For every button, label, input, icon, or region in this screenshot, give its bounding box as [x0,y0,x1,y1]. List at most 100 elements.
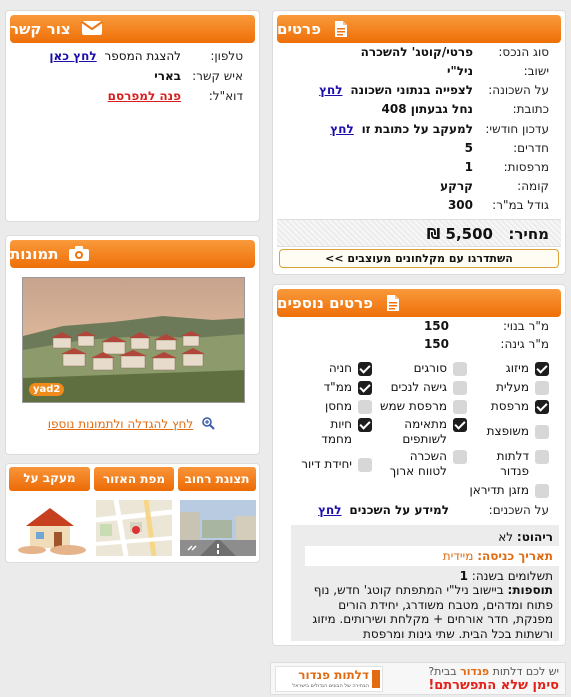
tenants-label: על השכנים: [488,503,549,517]
tenants-value: למידע על השכנים לחץ [318,503,449,517]
tab-street-view[interactable]: תצוגת רחוב [178,467,256,491]
feature-label: מזגן תדיראן [469,483,529,497]
feature-label: גישה לנכים [390,380,447,394]
more-details-header: פרטים נוספים [277,289,561,317]
area-map-thumb[interactable] [96,500,172,556]
document-icon [331,20,349,38]
feature-label: השכרה לטווח ארוך [389,449,447,478]
tenants-text: למידע על השכנים [349,503,449,517]
checkbox-checked [358,381,372,395]
checkbox-unchecked [535,450,549,464]
upgrade-button-label: השתדרגו עם מקלחונים מעוצבים >> [325,252,513,265]
details-title: פרטים [277,20,321,38]
monthly-update-link[interactable]: לחץ [330,122,353,136]
checkbox-unchecked [453,362,467,376]
feature-tadiran-ac: מזגן תדיראן [449,483,549,498]
contact-header: צור קשר [10,15,255,43]
detail-value: ניל"י [446,64,473,78]
magnifier-icon [201,416,215,433]
checkbox-unchecked [453,450,467,464]
property-photo[interactable]: yad2 [22,277,245,403]
tab-track-property[interactable]: מעקב על הנכס [9,467,90,491]
extra-info-box: ריהוט: לא תאריך כניסה: מיידית תשלומים בש… [291,525,559,641]
feature-ac: מיזוג [459,361,549,376]
detail-value: 300 [447,198,473,212]
checkbox-checked [535,362,549,376]
feature-housing-unit: יחידת דיור [282,457,372,472]
feature-label: ממ"ד [323,380,352,394]
checkbox-checked [535,400,549,414]
feature-bars: סורגים [377,361,467,376]
phone-label: טלפון: [210,49,243,63]
feature-label: חניה [328,361,352,375]
envelope-icon [81,20,103,38]
price-value: 5,500 ₪ [426,225,493,243]
camera-icon [68,245,90,263]
feature-safe-room: ממ"ד [282,380,372,395]
entry-date-label: תאריך כניסה: [477,549,553,563]
neighborhood-link[interactable]: לחץ [319,83,342,97]
tab-area-map[interactable]: מפת האזור [94,467,174,491]
contact-title: צור קשר [10,20,71,38]
feature-pets: חיות מחמד [282,417,372,447]
ad-line1-prefix: יש לכם דלתות [492,665,559,678]
ad-line1-brand: פנדור [460,665,490,678]
contact-panel: צור קשר טלפון: להצגת המספר לחץ כאן איש ק… [5,10,260,222]
detail-label: חדרים: [513,141,549,155]
feature-roommates: מתאימה לשותפים [377,417,467,447]
feature-parking: חניה [282,361,372,376]
checkbox-checked [358,362,372,376]
enlarge-row: לחץ להגדלה ולתמונות נוספו [48,416,215,433]
show-phone-link[interactable]: לחץ כאן [49,49,96,63]
feature-label: מחסן [324,399,352,413]
ad-line2: סימן שלא התפשרתם! [428,678,559,693]
feature-label: מרפסת [490,399,529,413]
pandor-logo-subtitle: הבחירה של הבונים הגדולים בישראל [292,683,369,689]
built-area-label: מ"ר בנוי: [503,319,549,333]
detail-value: 5 [464,141,473,155]
feature-label: סורגים [413,361,447,375]
feature-accessible: גישה לנכים [377,380,467,395]
feature-balcony: מרפסת [459,399,549,414]
detail-value: לצפייה בנתוני השכונה לחץ [319,83,473,97]
upgrade-button[interactable]: השתדרגו עם מקלחונים מעוצבים >> [279,249,559,268]
phone-text: להצגת המספר [104,49,181,63]
tenants-link[interactable]: לחץ [318,503,341,517]
detail-label: גודל במ"ר: [492,198,549,212]
feature-long-term: השכרה לטווח ארוך [377,449,467,479]
track-property-thumb[interactable] [12,500,90,556]
photos-panel: תמונות yad2 לחץ להגדלה ולתמונות נוספו [5,235,260,455]
detail-label: כתובת: [512,102,549,116]
enlarge-photos-link[interactable]: לחץ להגדלה ולתמונות נוספו [48,417,193,431]
furniture-label: ריהוט: [516,530,553,544]
feature-label: חיות מחמד [321,417,352,446]
phone-value: להצגת המספר לחץ כאן [49,49,181,63]
checkbox-unchecked [535,425,549,439]
detail-label: עדכון חודשי: [485,122,549,136]
details-header: פרטים [277,15,561,43]
monthly-update-text: למעקב על כתובת זו [361,122,473,136]
photos-title: תמונות [10,245,59,263]
contact-person-label: איש קשר: [192,69,243,83]
detail-value: 1 [464,160,473,174]
pandor-logo-text: דלתות פנדור [298,668,369,682]
details-panel: פרטים סוג הנכס: פרטי/קוטג' להשכרה ישוב: … [272,10,566,275]
street-view-thumb[interactable] [180,500,256,556]
ad-line1: יש לכם דלתות פנדור בבית? [428,665,559,678]
checkbox-unchecked [358,458,372,472]
detail-value: נחל גבעתון 408 [381,102,473,116]
checkbox-unchecked [535,381,549,395]
detail-label: מרפסות: [503,160,549,174]
furniture-value: לא [498,530,514,544]
ad-text: יש לכם דלתות פנדור בבית? סימן שלא התפשרת… [428,665,559,693]
ad-line1-suffix: בבית? [428,665,457,678]
detail-value: פרטי/קוטג' להשכרה [360,45,473,59]
extras-block: תוספות: ביישוב ניל"י המתפתח קוטג' חדש, נ… [299,583,553,641]
pandor-ad-banner[interactable]: יש לכם דלתות פנדור בבית? סימן שלא התפשרת… [270,662,566,695]
contact-advertiser-link[interactable]: פנה למפרסם [108,89,181,103]
checkbox-checked [358,418,372,432]
payments-row: תשלומים בשנה: 1 [460,569,553,583]
feature-label: משופצת [486,424,529,438]
feature-elevator: מעלית [459,380,549,395]
feature-label: יחידת דיור [301,457,352,471]
